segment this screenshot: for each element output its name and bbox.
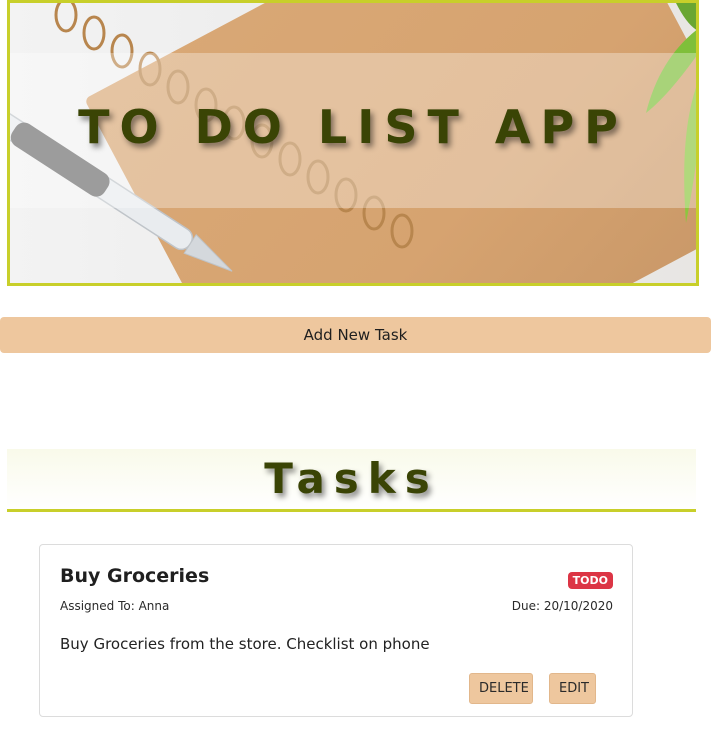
task-due-date: Due: 20/10/2020	[511, 599, 613, 613]
add-new-task-button[interactable]: Add New Task	[0, 317, 711, 353]
delete-task-button[interactable]: DELETE	[469, 673, 533, 704]
task-card: Buy Groceries TODO Assigned To: Anna Due…	[39, 544, 633, 717]
task-assignee: Assigned To: Anna	[60, 599, 170, 613]
app-title: TO DO LIST APP	[78, 100, 628, 154]
tasks-section-header: Tasks	[7, 449, 696, 512]
task-name: Buy Groceries	[60, 565, 210, 587]
tasks-title: Tasks	[264, 454, 439, 503]
hero-banner: TO DO LIST APP	[7, 0, 699, 286]
edit-task-button[interactable]: EDIT	[549, 673, 596, 704]
task-description: Buy Groceries from the store. Checklist …	[60, 635, 430, 653]
status-badge: TODO	[567, 572, 613, 589]
